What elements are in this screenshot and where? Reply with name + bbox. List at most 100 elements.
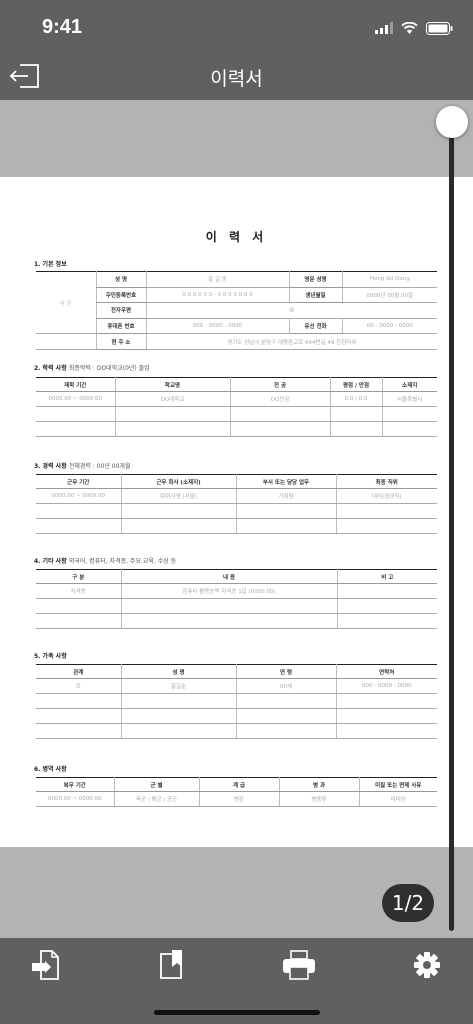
col-header: 계 급 xyxy=(198,777,279,792)
col-header: 복무 기간 xyxy=(36,777,114,792)
table-cell: 자격증 xyxy=(36,583,121,599)
basic-value: @ xyxy=(145,302,437,319)
basic-label: 유선 전화 xyxy=(288,318,342,335)
resume-title: 이 력 서 xyxy=(205,230,268,244)
table-cell: 병종류 xyxy=(278,791,359,807)
col-header: 관계 xyxy=(36,664,121,679)
photo-placeholder: 사 진 xyxy=(36,271,96,335)
others-table: 구 분 내 용 비 고 자격증 컴퓨터 활용능력 자격증 1급 (0000.00… xyxy=(36,569,437,629)
career-heading: 3. 경력 사항 xyxy=(34,463,67,470)
table-cell: 대리(경과직) xyxy=(335,488,437,504)
table-row: 0000.00 ~ 0000.00 ㈜회사명 (서울) 기획팀 대리(경과직) xyxy=(36,488,437,504)
table-cell: 0.0 / 0.0 xyxy=(329,391,382,407)
col-header: 재학 기간 xyxy=(36,377,115,392)
section-heading-education: 2. 학력 사항 최종학력 : OO대학교(0년) 졸업 xyxy=(34,363,150,372)
col-header: 전 공 xyxy=(229,377,330,392)
col-header: 학교명 xyxy=(114,377,230,392)
table-cell: ㈜회사명 (서울) xyxy=(120,488,236,504)
career-note: 전체경력 : 00년 00개월 xyxy=(68,463,131,470)
page-indicator: 1/2 xyxy=(382,884,434,922)
col-header: 근무 회사 (소재지) xyxy=(120,474,236,489)
table-row xyxy=(36,518,437,534)
table-row xyxy=(36,613,437,629)
table-cell: 0000.00 ~ 0000.00 xyxy=(36,488,121,504)
table-cell: 모 xyxy=(36,678,121,694)
table-cell: 서울특별시 xyxy=(381,391,437,407)
col-header: 소재지 xyxy=(381,377,437,392)
home-indicator xyxy=(154,1010,320,1015)
table-cell: 홍길순 xyxy=(120,678,236,694)
basic-value: 0000년 00월 00일 xyxy=(341,287,437,304)
table-cell: 미대상 xyxy=(358,791,437,807)
basic-value: 홍 길 동 xyxy=(145,271,289,288)
section-heading-others: 4. 기타 사항 외국어, 컴퓨터, 자격증, 주요 교육, 수상 등 xyxy=(34,556,176,565)
col-header: 군 별 xyxy=(113,777,199,792)
section-heading-family: 5. 가족 사항 xyxy=(34,653,67,660)
signal-icon xyxy=(375,22,393,34)
career-table: 근무 기간 근무 회사 (소재지) 부서 또는 담당 업무 최종 직위 0000… xyxy=(36,474,437,534)
basic-label: 주민등록번호 xyxy=(95,287,146,304)
table-row: 모 홍길순 00세 000 - 0000 - 0000 xyxy=(36,678,437,694)
table-row xyxy=(36,693,437,709)
basic-label: 성 명 xyxy=(95,271,146,288)
table-row xyxy=(36,406,437,422)
col-header: 병 과 xyxy=(278,777,359,792)
status-icons xyxy=(375,20,453,36)
table-row xyxy=(36,723,437,739)
col-header: 연락처 xyxy=(335,664,437,679)
basic-label: 현 주 소 xyxy=(95,333,146,350)
table-cell: OO대학교 xyxy=(114,391,230,407)
col-header: 부서 또는 담당 업무 xyxy=(235,474,336,489)
basic-label: 전자우편 xyxy=(95,302,146,319)
others-note: 외국어, 컴퓨터, 자격증, 주요 교육, 수상 등 xyxy=(68,558,177,565)
table-row: 0000.00 ~ 0000.00 육군 / 해군 / 공군 병장 병종류 미대… xyxy=(36,791,437,807)
basic-info-table: 사 진 성 명 홍 길 동 영문 성명 Hong Gil Dong 주민등록번호… xyxy=(36,271,437,350)
table-cell xyxy=(336,583,437,599)
education-heading: 2. 학력 사항 xyxy=(34,365,67,372)
basic-value: 0 0 0 0 0 0 - 0 0 0 0 0 0 0 xyxy=(145,287,289,304)
col-header: 최종 직위 xyxy=(335,474,437,489)
gear-icon[interactable] xyxy=(409,948,445,982)
scrollbar-thumb[interactable] xyxy=(436,106,468,138)
battery-icon xyxy=(426,21,453,35)
col-header: 평점 / 만점 xyxy=(329,377,382,392)
basic-label: 영문 성명 xyxy=(288,271,342,288)
print-icon[interactable] xyxy=(281,948,317,982)
table-cell: OO전공 xyxy=(229,391,330,407)
family-table: 관계 성 명 연 령 연락처 모 홍길순 00세 000 - 0000 - 00… xyxy=(36,664,437,739)
table-cell: 00세 xyxy=(235,678,336,694)
section-heading-basic: 1. 기본 정보 xyxy=(34,261,67,268)
table-cell: 0000.00 ~ 0000.00 xyxy=(36,391,115,407)
col-header: 성 명 xyxy=(120,664,236,679)
military-table: 복무 기간 군 별 계 급 병 과 미필 또는 면제 사유 0000.00 ~ … xyxy=(36,777,437,807)
table-row xyxy=(36,421,437,437)
table-cell: 병장 xyxy=(198,791,279,807)
table-cell: 육군 / 해군 / 공군 xyxy=(113,791,199,807)
scrollbar-track[interactable] xyxy=(449,123,454,931)
table-row xyxy=(36,503,437,519)
col-header: 비 고 xyxy=(336,569,437,584)
bottom-toolbar xyxy=(0,938,473,1024)
status-time: 9:41 xyxy=(42,16,83,38)
education-table: 재학 기간 학교명 전 공 평점 / 만점 소재지 0000.00 ~ 0000… xyxy=(36,377,437,437)
document-viewer[interactable]: 이 력 서 1. 기본 정보 사 진 성 명 홍 길 동 영문 성명 Hong … xyxy=(0,100,473,938)
basic-label: 생년월일 xyxy=(288,287,342,304)
table-row xyxy=(36,708,437,724)
basic-value: 경기도 성남시 분당구 대왕판교로 644번길 49 한컴타워 xyxy=(145,333,437,350)
page-title: 이력서 xyxy=(210,68,263,90)
col-header: 미필 또는 면제 사유 xyxy=(358,777,437,792)
education-note: 최종학력 : OO대학교(0년) 졸업 xyxy=(68,365,150,372)
export-file-icon[interactable] xyxy=(28,948,64,982)
basic-label: 휴대폰 번호 xyxy=(95,318,146,335)
col-header: 연 령 xyxy=(235,664,336,679)
basic-value: 000 - 0000 - 0000 xyxy=(145,318,289,335)
basic-value: 00 - 0000 - 0000 xyxy=(341,318,437,335)
wifi-icon xyxy=(401,22,418,34)
table-cell: 컴퓨터 활용능력 자격증 1급 (0000.00) xyxy=(120,583,337,599)
bookmark-icon[interactable] xyxy=(155,948,191,982)
table-cell: 000 - 0000 - 0000 xyxy=(335,678,437,694)
status-bar: 9:41 xyxy=(0,0,473,54)
table-cell: 기획팀 xyxy=(235,488,336,504)
basic-value: Hong Gil Dong xyxy=(341,271,437,288)
table-row xyxy=(36,598,437,614)
